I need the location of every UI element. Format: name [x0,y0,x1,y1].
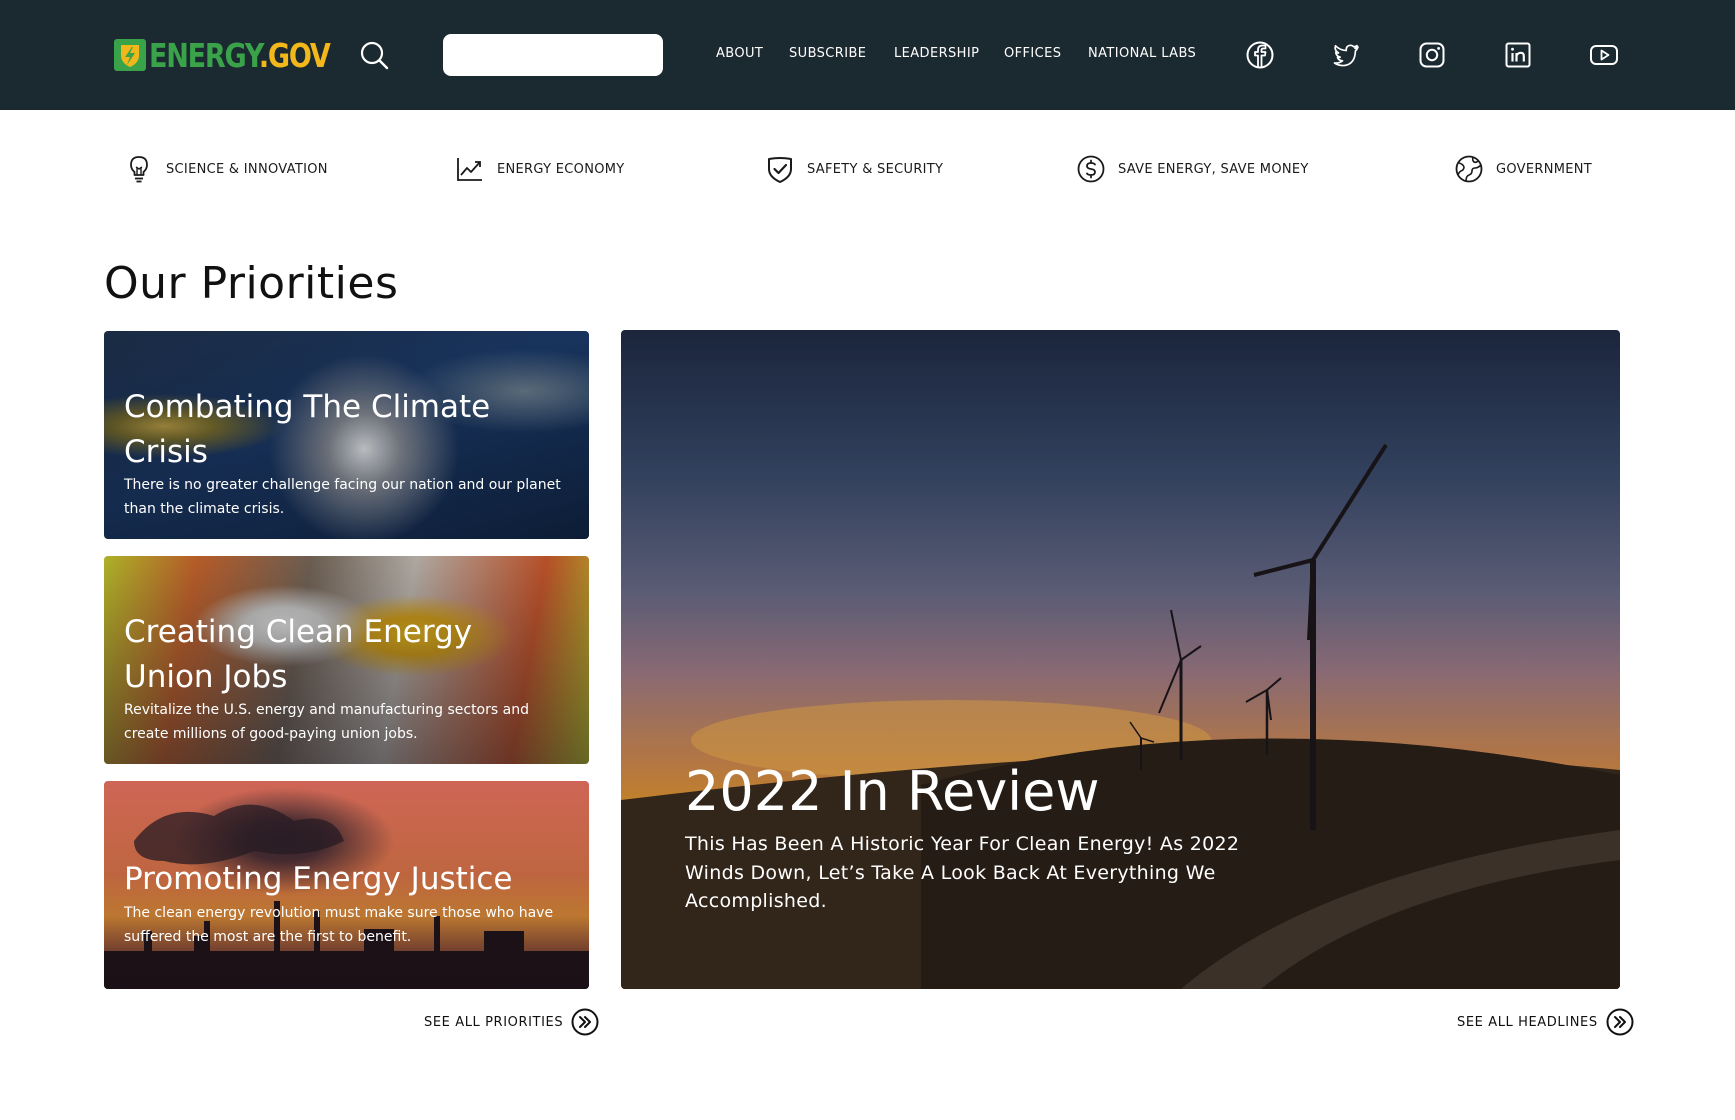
category-save-energy-money[interactable]: SAVE ENERGY, SAVE MONEY [1076,152,1309,186]
category-label: GOVERNMENT [1496,161,1593,177]
logo-text-energy: ENERGY [149,35,260,75]
category-label: SCIENCE & INNOVATION [166,161,328,177]
linkedin-icon[interactable] [1504,41,1532,69]
card-description: The clean energy revolution must make su… [124,905,554,945]
card-description: There is no greater challenge facing our… [124,477,561,517]
youtube-icon[interactable] [1589,41,1618,69]
category-bar: SCIENCE & INNOVATION ENERGY ECONOMY SAFE… [0,110,1735,230]
category-energy-economy[interactable]: ENERGY ECONOMY [455,152,625,186]
category-science-innovation[interactable]: SCIENCE & INNOVATION [124,152,328,186]
instagram-icon[interactable] [1418,41,1446,69]
category-safety-security[interactable]: SAFETY & SECURITY [765,152,943,186]
search-icon[interactable] [357,38,391,72]
headline-hero-card[interactable]: 2022 In Review This Has Been A Historic … [621,330,1620,989]
see-all-priorities-link[interactable]: SEE ALL PRIORITIES [424,1008,599,1036]
headline-description: This Has Been A Historic Year For Clean … [685,833,1240,912]
category-label: SAVE ENERGY, SAVE MONEY [1118,161,1309,177]
see-all-label: SEE ALL PRIORITIES [424,1014,564,1030]
line-chart-icon [457,158,482,181]
headline-title: 2022 In Review [685,760,1100,823]
facebook-icon[interactable] [1246,41,1274,69]
category-label: ENERGY ECONOMY [497,161,625,177]
card-description: Revitalize the U.S. energy and manufactu… [124,702,529,742]
see-all-label: SEE ALL HEADLINES [1457,1014,1598,1030]
globe-icon [1455,155,1483,183]
card-title: Combating The Climate Crisis [124,389,491,470]
nav-offices-link[interactable]: OFFICES [1004,46,1061,61]
card-title: Promoting Energy Justice [124,861,513,897]
nav-about-link[interactable]: ABOUT [716,46,763,61]
category-government[interactable]: GOVERNMENT [1454,152,1592,186]
energy-gov-logo[interactable]: ENERGY.GOV [114,35,369,75]
twitter-icon[interactable] [1332,41,1360,69]
section-title: Our Priorities [104,258,399,309]
nav-national-labs-link[interactable]: NATIONAL LABS [1088,46,1196,61]
dollar-circle-icon [1077,155,1105,183]
card-title: Creating Clean Energy Union Jobs [124,614,473,695]
search-input[interactable] [443,34,663,76]
logo-text-gov: .GOV [258,35,331,75]
logo-wordmark: ENERGY.GOV [149,35,331,75]
category-label: SAFETY & SECURITY [807,161,944,177]
priority-card-union-jobs[interactable]: Creating Clean Energy Union Jobs Revital… [104,556,589,764]
shield-check-icon [768,157,792,183]
priority-card-climate[interactable]: Combating The Climate Crisis There is no… [104,331,589,539]
site-header: ENERGY.GOV ABOUT SUBSCRIBE LEADERSHIP OF… [0,0,1735,110]
double-chevron-right-icon [1606,1008,1634,1036]
see-all-headlines-link[interactable]: SEE ALL HEADLINES [1457,1008,1634,1036]
nav-subscribe-link[interactable]: SUBSCRIBE [789,46,866,61]
nav-leadership-link[interactable]: LEADERSHIP [894,46,979,61]
shield-bolt-logo-icon [114,39,146,71]
priority-card-energy-justice[interactable]: Promoting Energy Justice The clean energ… [104,781,589,989]
double-chevron-right-icon [571,1008,599,1036]
lightbulb-icon [130,156,148,183]
